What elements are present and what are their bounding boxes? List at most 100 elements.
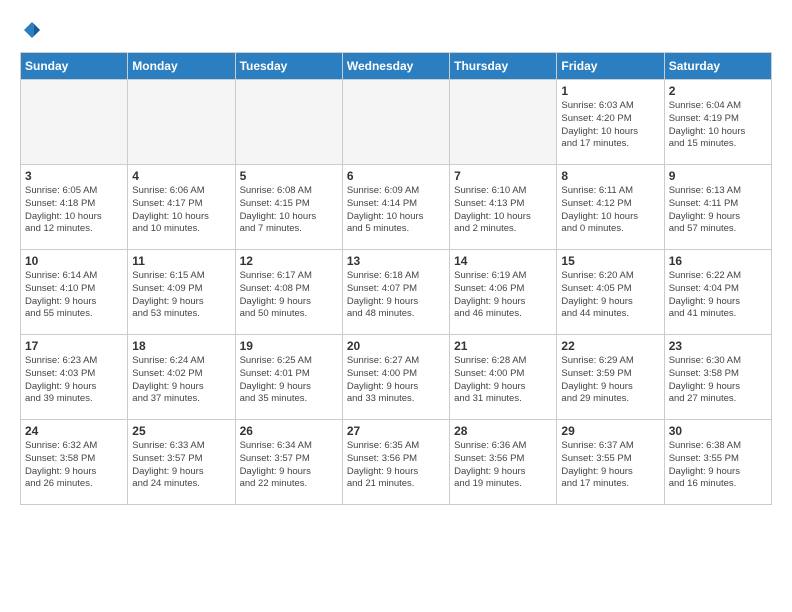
calendar-cell: [235, 80, 342, 165]
day-info: Sunrise: 6:35 AM Sunset: 3:56 PM Dayligh…: [347, 440, 445, 491]
calendar-week-row: 3 Sunrise: 6:05 AM Sunset: 4:18 PM Daylig…: [21, 165, 772, 250]
day-number: 7: [454, 169, 552, 183]
page-header: [20, 20, 772, 36]
day-number: 14: [454, 254, 552, 268]
day-info: Sunrise: 6:23 AM Sunset: 4:03 PM Dayligh…: [25, 355, 123, 406]
calendar-cell: 1 Sunrise: 6:03 AM Sunset: 4:20 PM Daylig…: [557, 80, 664, 165]
day-info: Sunrise: 6:28 AM Sunset: 4:00 PM Dayligh…: [454, 355, 552, 406]
calendar-table: SundayMondayTuesdayWednesdayThursdayFrid…: [20, 52, 772, 505]
calendar-week-row: 10 Sunrise: 6:14 AM Sunset: 4:10 PM Dayli…: [21, 250, 772, 335]
day-info: Sunrise: 6:17 AM Sunset: 4:08 PM Dayligh…: [240, 270, 338, 321]
calendar-cell: 4 Sunrise: 6:06 AM Sunset: 4:17 PM Daylig…: [128, 165, 235, 250]
day-info: Sunrise: 6:38 AM Sunset: 3:55 PM Dayligh…: [669, 440, 767, 491]
calendar-cell: [128, 80, 235, 165]
day-number: 27: [347, 424, 445, 438]
day-number: 23: [669, 339, 767, 353]
calendar-header-saturday: Saturday: [664, 53, 771, 80]
calendar-week-row: 24 Sunrise: 6:32 AM Sunset: 3:58 PM Dayli…: [21, 420, 772, 505]
calendar-cell: 6 Sunrise: 6:09 AM Sunset: 4:14 PM Daylig…: [342, 165, 449, 250]
day-number: 9: [669, 169, 767, 183]
calendar-header-row: SundayMondayTuesdayWednesdayThursdayFrid…: [21, 53, 772, 80]
day-number: 29: [561, 424, 659, 438]
calendar-cell: 18 Sunrise: 6:24 AM Sunset: 4:02 PM Dayli…: [128, 335, 235, 420]
day-number: 10: [25, 254, 123, 268]
calendar-cell: 28 Sunrise: 6:36 AM Sunset: 3:56 PM Dayli…: [450, 420, 557, 505]
calendar-cell: 3 Sunrise: 6:05 AM Sunset: 4:18 PM Daylig…: [21, 165, 128, 250]
calendar-cell: 9 Sunrise: 6:13 AM Sunset: 4:11 PM Daylig…: [664, 165, 771, 250]
day-number: 25: [132, 424, 230, 438]
calendar-cell: 25 Sunrise: 6:33 AM Sunset: 3:57 PM Dayli…: [128, 420, 235, 505]
calendar-cell: 27 Sunrise: 6:35 AM Sunset: 3:56 PM Dayli…: [342, 420, 449, 505]
calendar-header-friday: Friday: [557, 53, 664, 80]
day-info: Sunrise: 6:32 AM Sunset: 3:58 PM Dayligh…: [25, 440, 123, 491]
calendar-cell: [450, 80, 557, 165]
calendar-cell: 29Sunrise: 6:37 AM Sunset: 3:55 PM Dayli…: [557, 420, 664, 505]
calendar-cell: 15Sunrise: 6:20 AM Sunset: 4:05 PM Dayli…: [557, 250, 664, 335]
day-info: Sunrise: 6:14 AM Sunset: 4:10 PM Dayligh…: [25, 270, 123, 321]
logo-icon: [22, 20, 42, 40]
day-info: Sunrise: 6:06 AM Sunset: 4:17 PM Dayligh…: [132, 185, 230, 236]
calendar-cell: 11Sunrise: 6:15 AM Sunset: 4:09 PM Dayli…: [128, 250, 235, 335]
day-number: 8: [561, 169, 659, 183]
day-info: Sunrise: 6:09 AM Sunset: 4:14 PM Dayligh…: [347, 185, 445, 236]
calendar-cell: [342, 80, 449, 165]
day-info: Sunrise: 6:24 AM Sunset: 4:02 PM Dayligh…: [132, 355, 230, 406]
day-info: Sunrise: 6:25 AM Sunset: 4:01 PM Dayligh…: [240, 355, 338, 406]
day-number: 26: [240, 424, 338, 438]
day-number: 1: [561, 84, 659, 98]
day-number: 6: [347, 169, 445, 183]
calendar-cell: 21Sunrise: 6:28 AM Sunset: 4:00 PM Dayli…: [450, 335, 557, 420]
day-info: Sunrise: 6:08 AM Sunset: 4:15 PM Dayligh…: [240, 185, 338, 236]
calendar-cell: 12 Sunrise: 6:17 AM Sunset: 4:08 PM Dayli…: [235, 250, 342, 335]
calendar-header-wednesday: Wednesday: [342, 53, 449, 80]
day-info: Sunrise: 6:33 AM Sunset: 3:57 PM Dayligh…: [132, 440, 230, 491]
day-info: Sunrise: 6:27 AM Sunset: 4:00 PM Dayligh…: [347, 355, 445, 406]
calendar-header-sunday: Sunday: [21, 53, 128, 80]
day-info: Sunrise: 6:34 AM Sunset: 3:57 PM Dayligh…: [240, 440, 338, 491]
calendar-cell: 24 Sunrise: 6:32 AM Sunset: 3:58 PM Dayli…: [21, 420, 128, 505]
day-number: 19: [240, 339, 338, 353]
calendar-cell: 16 Sunrise: 6:22 AM Sunset: 4:04 PM Dayli…: [664, 250, 771, 335]
day-number: 5: [240, 169, 338, 183]
day-info: Sunrise: 6:13 AM Sunset: 4:11 PM Dayligh…: [669, 185, 767, 236]
day-info: Sunrise: 6:22 AM Sunset: 4:04 PM Dayligh…: [669, 270, 767, 321]
day-number: 20: [347, 339, 445, 353]
calendar-cell: 5 Sunrise: 6:08 AM Sunset: 4:15 PM Daylig…: [235, 165, 342, 250]
day-info: Sunrise: 6:10 AM Sunset: 4:13 PM Dayligh…: [454, 185, 552, 236]
day-number: 3: [25, 169, 123, 183]
day-number: 2: [669, 84, 767, 98]
calendar-cell: 10 Sunrise: 6:14 AM Sunset: 4:10 PM Dayli…: [21, 250, 128, 335]
day-info: Sunrise: 6:15 AM Sunset: 4:09 PM Dayligh…: [132, 270, 230, 321]
calendar-cell: 19 Sunrise: 6:25 AM Sunset: 4:01 PM Dayli…: [235, 335, 342, 420]
calendar-cell: 8 Sunrise: 6:11 AM Sunset: 4:12 PM Daylig…: [557, 165, 664, 250]
day-number: 16: [669, 254, 767, 268]
calendar-cell: 20 Sunrise: 6:27 AM Sunset: 4:00 PM Dayli…: [342, 335, 449, 420]
day-number: 24: [25, 424, 123, 438]
logo: [20, 20, 42, 36]
calendar-header-monday: Monday: [128, 53, 235, 80]
day-number: 30: [669, 424, 767, 438]
calendar-cell: 26 Sunrise: 6:34 AM Sunset: 3:57 PM Dayli…: [235, 420, 342, 505]
calendar-week-row: 1 Sunrise: 6:03 AM Sunset: 4:20 PM Daylig…: [21, 80, 772, 165]
day-info: Sunrise: 6:29 AM Sunset: 3:59 PM Dayligh…: [561, 355, 659, 406]
day-number: 4: [132, 169, 230, 183]
day-info: Sunrise: 6:19 AM Sunset: 4:06 PM Dayligh…: [454, 270, 552, 321]
day-info: Sunrise: 6:36 AM Sunset: 3:56 PM Dayligh…: [454, 440, 552, 491]
calendar-cell: 17Sunrise: 6:23 AM Sunset: 4:03 PM Dayli…: [21, 335, 128, 420]
day-info: Sunrise: 6:11 AM Sunset: 4:12 PM Dayligh…: [561, 185, 659, 236]
day-number: 28: [454, 424, 552, 438]
day-info: Sunrise: 6:05 AM Sunset: 4:18 PM Dayligh…: [25, 185, 123, 236]
calendar-cell: 7 Sunrise: 6:10 AM Sunset: 4:13 PM Daylig…: [450, 165, 557, 250]
calendar-cell: 22 Sunrise: 6:29 AM Sunset: 3:59 PM Dayli…: [557, 335, 664, 420]
day-number: 12: [240, 254, 338, 268]
day-number: 22: [561, 339, 659, 353]
calendar-week-row: 17Sunrise: 6:23 AM Sunset: 4:03 PM Dayli…: [21, 335, 772, 420]
calendar-cell: [21, 80, 128, 165]
day-number: 18: [132, 339, 230, 353]
day-info: Sunrise: 6:30 AM Sunset: 3:58 PM Dayligh…: [669, 355, 767, 406]
calendar-cell: 30 Sunrise: 6:38 AM Sunset: 3:55 PM Dayli…: [664, 420, 771, 505]
calendar-cell: 14 Sunrise: 6:19 AM Sunset: 4:06 PM Dayli…: [450, 250, 557, 335]
calendar-cell: 2Sunrise: 6:04 AM Sunset: 4:19 PM Daylig…: [664, 80, 771, 165]
calendar-header-tuesday: Tuesday: [235, 53, 342, 80]
day-info: Sunrise: 6:03 AM Sunset: 4:20 PM Dayligh…: [561, 100, 659, 151]
